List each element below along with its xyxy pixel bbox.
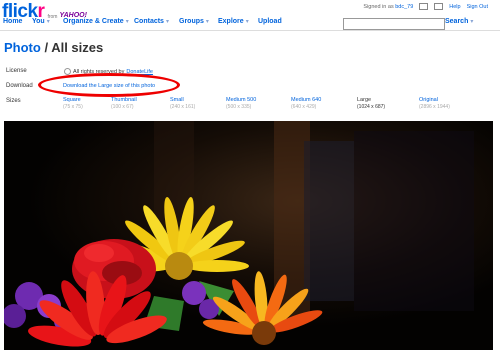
breadcrumb-photo[interactable]: Photo bbox=[4, 40, 41, 55]
signed-in-text: Signed in as bdc_79 bbox=[363, 4, 413, 10]
size-option-medium-640[interactable]: Medium 640 (640 x 429) bbox=[291, 97, 321, 110]
cart-icon[interactable] bbox=[419, 3, 429, 10]
size-name: Square bbox=[63, 97, 81, 103]
breadcrumb-separator: / bbox=[40, 40, 52, 55]
highlight-circle bbox=[38, 73, 180, 97]
mail-icon[interactable] bbox=[434, 3, 444, 10]
flower-photo bbox=[4, 121, 493, 350]
size-dims: (1024 x 687) bbox=[357, 104, 386, 110]
nav-label: Contacts bbox=[134, 18, 164, 25]
chevron-down-icon: ▾ bbox=[46, 19, 50, 25]
size-dims: (100 x 67) bbox=[111, 104, 134, 110]
size-dims: (640 x 429) bbox=[291, 104, 317, 110]
nav-label: Explore bbox=[218, 18, 244, 25]
size-option-medium-500[interactable]: Medium 500 (500 x 335) bbox=[226, 97, 256, 110]
sizes-label: Sizes bbox=[6, 98, 21, 104]
nav-groups[interactable]: Groups ▾ bbox=[179, 18, 209, 25]
size-name: Medium 640 bbox=[291, 97, 322, 103]
nav-label: Groups bbox=[179, 18, 204, 25]
size-dims: (500 x 335) bbox=[226, 104, 252, 110]
license-label: License bbox=[6, 68, 27, 74]
nav-home[interactable]: Home bbox=[3, 18, 22, 25]
size-name: Small bbox=[170, 97, 184, 103]
size-option-original[interactable]: Original (2896 x 1944) bbox=[419, 97, 450, 110]
size-option-small[interactable]: Small (240 x 161) bbox=[170, 97, 195, 110]
photo-image[interactable] bbox=[4, 121, 493, 350]
nav-contacts[interactable]: Contacts ▾ bbox=[134, 18, 169, 25]
nav-upload[interactable]: Upload bbox=[258, 18, 282, 25]
nav-organize-create[interactable]: Organize & Create ▾ bbox=[63, 18, 129, 25]
sign-out-link[interactable]: Sign Out bbox=[467, 4, 488, 10]
chevron-down-icon: ▾ bbox=[470, 19, 474, 25]
size-name: Thumbnail bbox=[111, 97, 137, 103]
size-name: Large bbox=[357, 97, 372, 103]
search-input[interactable] bbox=[343, 18, 445, 30]
main-nav: Home You ▾ Organize & Create ▾ Contacts ▾ G… bbox=[0, 17, 500, 31]
chevron-down-icon: ▾ bbox=[125, 19, 129, 25]
size-option-square[interactable]: Square (75 x 75) bbox=[63, 97, 83, 110]
nav-explore[interactable]: Explore ▾ bbox=[218, 18, 249, 25]
search-label: Search bbox=[445, 18, 469, 25]
page-title-text: All sizes bbox=[51, 40, 104, 55]
search-button[interactable]: Search ▾ bbox=[445, 18, 473, 25]
download-label: Download bbox=[6, 83, 33, 89]
size-name: Medium 500 bbox=[226, 97, 257, 103]
size-option-thumbnail[interactable]: Thumbnail (100 x 67) bbox=[111, 97, 137, 110]
size-name: Original bbox=[419, 97, 438, 103]
nav-label: Organize & Create bbox=[63, 18, 124, 25]
chevron-down-icon: ▾ bbox=[205, 19, 209, 25]
size-dims: (2896 x 1944) bbox=[419, 104, 450, 110]
nav-you[interactable]: You ▾ bbox=[32, 18, 50, 25]
signed-in-label: Signed in as bbox=[363, 3, 394, 10]
username-link[interactable]: bdc_79 bbox=[395, 4, 413, 10]
chevron-down-icon: ▾ bbox=[245, 19, 249, 25]
nav-label: Upload bbox=[258, 18, 282, 25]
size-dims: (240 x 161) bbox=[170, 104, 196, 110]
chevron-down-icon: ▾ bbox=[165, 19, 169, 25]
page-title: Photo / All sizes bbox=[4, 40, 103, 55]
size-option-large: Large (1024 x 687) bbox=[357, 97, 385, 110]
header: flick r from YAHOO! Signed in as bdc_79 H… bbox=[0, 0, 500, 31]
size-dims: (75 x 75) bbox=[63, 104, 83, 110]
help-link[interactable]: Help bbox=[449, 4, 460, 10]
nav-label: Home bbox=[3, 18, 23, 25]
nav-label: You bbox=[32, 18, 45, 25]
utility-bar: Signed in as bdc_79 Help Sign Out bbox=[363, 3, 488, 10]
